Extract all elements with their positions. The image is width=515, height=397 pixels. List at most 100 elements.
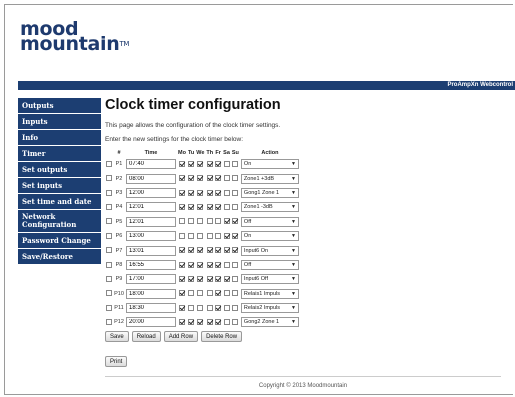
day-checkbox-we[interactable] — [197, 218, 204, 225]
sidebar-item-password-change[interactable]: Password Change — [18, 233, 101, 248]
day-checkbox-sa[interactable] — [223, 160, 230, 167]
day-checkbox-th[interactable] — [206, 276, 213, 283]
day-checkbox-sa[interactable] — [223, 261, 230, 268]
day-checkbox-tu[interactable] — [188, 232, 195, 239]
day-checkbox-fr[interactable] — [215, 319, 222, 326]
day-checkbox-sa[interactable] — [223, 247, 230, 254]
row-select-checkbox[interactable] — [106, 204, 112, 211]
day-checkbox-tu[interactable] — [188, 276, 195, 283]
day-checkbox-su[interactable] — [232, 247, 239, 254]
day-checkbox-tu[interactable] — [188, 204, 195, 211]
day-checkbox-mo[interactable] — [178, 276, 185, 283]
action-select[interactable]: Zone1 +3dB ▼ — [240, 173, 299, 184]
day-checkbox-mo[interactable] — [178, 261, 185, 268]
day-checkbox-we[interactable] — [197, 204, 204, 211]
day-checkbox-tu[interactable] — [188, 160, 195, 167]
action-select[interactable]: On ▼ — [240, 231, 299, 242]
day-checkbox-we[interactable] — [197, 160, 204, 167]
day-checkbox-th[interactable] — [206, 290, 213, 297]
row-select-checkbox[interactable] — [106, 304, 112, 311]
day-checkbox-su[interactable] — [232, 175, 239, 182]
row-select-checkbox[interactable] — [106, 189, 112, 196]
sidebar-item-save-restore[interactable]: Save/Restore — [18, 249, 101, 264]
day-checkbox-fr[interactable] — [215, 204, 222, 211]
action-select[interactable]: On ▼ — [240, 159, 299, 170]
row-select-checkbox[interactable] — [106, 261, 112, 268]
day-checkbox-tu[interactable] — [188, 319, 195, 326]
day-checkbox-sa[interactable] — [223, 290, 230, 297]
day-checkbox-fr[interactable] — [215, 304, 222, 311]
day-checkbox-we[interactable] — [197, 189, 204, 196]
day-checkbox-su[interactable] — [232, 189, 239, 196]
day-checkbox-su[interactable] — [232, 304, 239, 311]
reload-button[interactable]: Reload — [131, 330, 161, 342]
print-button[interactable]: Print — [105, 355, 128, 367]
sidebar-item-set-time-and-date[interactable]: Set time and date — [18, 194, 101, 209]
delete-row-button[interactable]: Delete Row — [201, 330, 243, 342]
sidebar-item-network-configuration[interactable]: Network Configuration — [18, 210, 101, 232]
day-checkbox-su[interactable] — [232, 218, 239, 225]
day-checkbox-th[interactable] — [206, 319, 213, 326]
day-checkbox-fr[interactable] — [215, 175, 222, 182]
day-checkbox-th[interactable] — [206, 160, 213, 167]
day-checkbox-sa[interactable] — [223, 218, 230, 225]
time-input[interactable] — [126, 317, 176, 328]
add-row-button[interactable]: Add Row — [163, 330, 199, 342]
sidebar-item-set-inputs[interactable]: Set inputs — [18, 178, 101, 193]
day-checkbox-sa[interactable] — [223, 319, 230, 326]
time-input[interactable] — [126, 231, 176, 242]
save-button[interactable]: Save — [105, 330, 129, 342]
day-checkbox-we[interactable] — [197, 247, 204, 254]
time-input[interactable] — [126, 303, 176, 314]
day-checkbox-su[interactable] — [232, 290, 239, 297]
day-checkbox-su[interactable] — [232, 160, 239, 167]
day-checkbox-sa[interactable] — [223, 189, 230, 196]
day-checkbox-fr[interactable] — [215, 261, 222, 268]
time-input[interactable] — [126, 159, 176, 170]
day-checkbox-fr[interactable] — [215, 189, 222, 196]
day-checkbox-fr[interactable] — [215, 276, 222, 283]
day-checkbox-su[interactable] — [232, 261, 239, 268]
day-checkbox-su[interactable] — [232, 204, 239, 211]
action-select[interactable]: Zone1 -3dB ▼ — [240, 202, 299, 213]
row-select-checkbox[interactable] — [106, 160, 112, 167]
day-checkbox-tu[interactable] — [188, 304, 195, 311]
day-checkbox-we[interactable] — [197, 304, 204, 311]
action-select[interactable]: Gong1 Zone 1 ▼ — [240, 187, 299, 198]
row-select-checkbox[interactable] — [106, 319, 112, 326]
day-checkbox-th[interactable] — [206, 232, 213, 239]
row-select-checkbox[interactable] — [106, 290, 112, 297]
day-checkbox-fr[interactable] — [215, 290, 222, 297]
day-checkbox-mo[interactable] — [178, 319, 185, 326]
day-checkbox-tu[interactable] — [188, 175, 195, 182]
day-checkbox-tu[interactable] — [188, 290, 195, 297]
time-input[interactable] — [126, 259, 176, 270]
sidebar-item-inputs[interactable]: Inputs — [18, 114, 101, 129]
row-select-checkbox[interactable] — [106, 247, 112, 254]
time-input[interactable] — [126, 288, 176, 299]
time-input[interactable] — [126, 173, 176, 184]
day-checkbox-mo[interactable] — [178, 160, 185, 167]
day-checkbox-th[interactable] — [206, 175, 213, 182]
day-checkbox-mo[interactable] — [178, 204, 185, 211]
day-checkbox-mo[interactable] — [178, 290, 185, 297]
action-select[interactable]: Relais2 Impuls ▼ — [240, 303, 299, 314]
day-checkbox-mo[interactable] — [178, 304, 185, 311]
day-checkbox-sa[interactable] — [223, 304, 230, 311]
action-select[interactable]: Off ▼ — [240, 259, 299, 270]
day-checkbox-th[interactable] — [206, 218, 213, 225]
row-select-checkbox[interactable] — [106, 276, 112, 283]
sidebar-item-set-outputs[interactable]: Set outputs — [18, 162, 101, 177]
day-checkbox-th[interactable] — [206, 304, 213, 311]
day-checkbox-mo[interactable] — [178, 175, 185, 182]
day-checkbox-su[interactable] — [232, 232, 239, 239]
day-checkbox-fr[interactable] — [215, 218, 222, 225]
action-select[interactable]: Input6 Off ▼ — [240, 274, 299, 285]
day-checkbox-sa[interactable] — [223, 276, 230, 283]
day-checkbox-mo[interactable] — [178, 247, 185, 254]
day-checkbox-we[interactable] — [197, 261, 204, 268]
action-select[interactable]: Gong2 Zone 1 ▼ — [240, 317, 299, 328]
day-checkbox-tu[interactable] — [188, 247, 195, 254]
day-checkbox-fr[interactable] — [215, 247, 222, 254]
sidebar-item-timer[interactable]: Timer — [18, 146, 101, 161]
